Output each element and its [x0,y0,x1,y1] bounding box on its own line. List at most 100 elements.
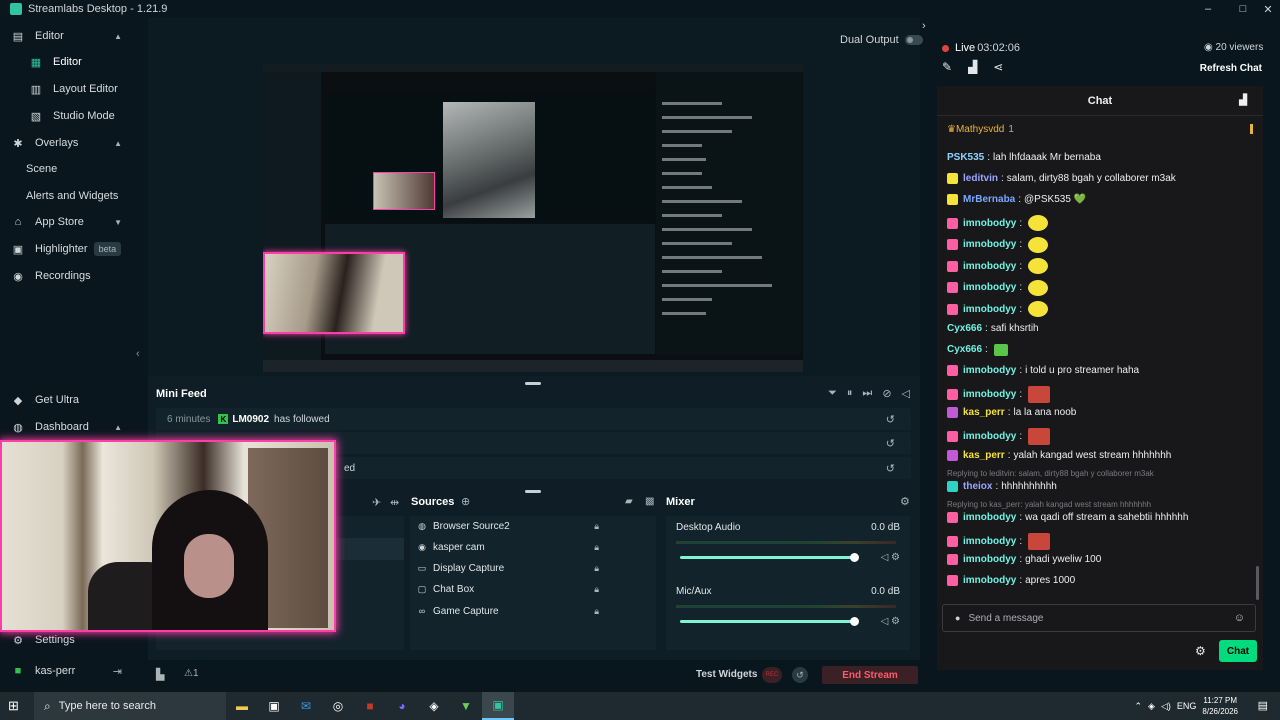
dual-output-toggle[interactable] [904,35,923,45]
chat-username[interactable]: imnobodyy [963,536,1016,547]
chat-username[interactable]: imnobodyy [963,512,1016,523]
transition-icon[interactable]: ✈ [372,496,381,509]
replay-icon[interactable]: ↺ [886,437,895,450]
chat-username[interactable]: theiox [963,481,992,492]
windows-start-icon[interactable]: ⊞ [8,698,28,714]
mixer-channel-icons[interactable]: ◁ ⚙ [881,616,900,627]
collapse-sidebar-icon[interactable]: ‹ [136,348,140,360]
sidebar-item-studio-mode[interactable]: ▧ Studio Mode [0,103,133,129]
popout-icon[interactable]: ▟ [968,60,977,74]
chat-username[interactable]: imnobodyy [963,218,1016,229]
streamlabs-taskbar-icon[interactable]: ▣ [482,692,514,720]
send-chat-button[interactable]: Chat [1219,640,1257,662]
chat-username[interactable]: leditvin [963,173,998,184]
maximize-button[interactable]: □ [1231,0,1255,18]
unlock-icon[interactable]: 🔒︎ [594,521,599,532]
source-item[interactable]: ▭ Display Capture 🔒︎ [416,558,651,578]
pinned-message[interactable]: ♛ Mathysvdd 1 [947,122,1253,136]
chat-username[interactable]: PSK535 [947,152,984,163]
replay-buffer-icon[interactable]: ↺ [792,667,808,683]
mute-alerts-icon[interactable]: ⊘ [882,387,891,400]
chevron-up-icon[interactable]: ▲ [114,32,122,41]
sidebar-item-editor-sub[interactable]: ▦ Editor [0,49,133,75]
chat-username[interactable]: imnobodyy [963,261,1016,272]
filter-icon[interactable]: ⏷ [828,387,837,400]
chat-username[interactable]: imnobodyy [963,365,1016,376]
chat-settings-icon[interactable]: ⚙ [1195,644,1206,658]
sidebar-item-app-store[interactable]: ⌂ App Store ▼ [0,209,133,235]
chat-username[interactable]: imnobodyy [963,389,1016,400]
chat-scrollbar[interactable] [1256,566,1259,600]
expand-chat-icon[interactable]: › [922,20,926,32]
stats-icon[interactable]: ▙ [156,668,164,681]
unlock-icon[interactable]: 🔒︎ [594,606,599,617]
file-explorer-icon[interactable]: ▬ [226,692,258,720]
chat-username[interactable]: kas_perr [963,450,1005,461]
dual-output-control[interactable]: Dual Output [840,34,923,46]
chat-username[interactable]: Cyx666 [947,344,982,355]
network-icon[interactable]: ◈ [1148,701,1155,712]
scene-collapse-icon[interactable]: ⇹ [390,496,399,509]
unlock-icon[interactable]: 🔒︎ [594,542,599,553]
source-item[interactable]: ▢ Chat Box 🔒︎ [416,579,651,599]
replay-icon[interactable]: ↺ [886,462,895,475]
sidebar-item-user[interactable]: ■ kas-perr ⇥ [0,658,133,684]
emoji-icon[interactable]: ☺ [1234,612,1245,624]
chat-username[interactable]: imnobodyy [963,282,1016,293]
sidebar-item-editor[interactable]: ▤ Editor ▲ [0,23,133,49]
rec-button[interactable]: REC [762,667,782,683]
pause-icon[interactable]: ⏸ [847,387,853,400]
chevron-up-icon[interactable]: ⌃ [1135,701,1143,712]
lang-indicator[interactable]: ENG [1177,701,1197,711]
mail-icon[interactable]: ✉ [290,692,322,720]
end-stream-button[interactable]: End Stream [822,666,918,684]
edit-icon[interactable]: ✎ [942,60,952,74]
chevron-up-icon[interactable]: ▲ [114,139,122,148]
nvidia-icon[interactable]: ▼ [450,692,482,720]
source-item[interactable]: ◍ Browser Source2 🔒︎ [416,516,651,536]
chat-username[interactable]: kas_perr [963,407,1005,418]
minimize-button[interactable]: – [1196,0,1220,18]
logout-icon[interactable]: ⇥ [113,665,122,678]
chat-username[interactable]: imnobodyy [963,431,1016,442]
sidebar-item-alerts[interactable]: Alerts and Widgets [0,183,133,209]
taskbar-search[interactable]: ⌕ Type here to search [34,692,226,720]
chevron-down-icon[interactable]: ▼ [114,218,122,227]
chat-input[interactable]: ● Send a message ☺ [942,604,1256,632]
sidebar-item-highlighter[interactable]: ▣ Highlighter beta [0,236,133,262]
volume-icon[interactable]: ◁ [902,387,910,400]
notification-icon[interactable]: ▤ [1258,699,1268,712]
chat-username[interactable]: imnobodyy [963,554,1016,565]
close-button[interactable]: ✕ [1256,0,1280,18]
store-icon[interactable]: ▣ [258,692,290,720]
chat-username[interactable]: Cyx666 [947,323,982,334]
sidebar-item-scene[interactable]: Scene [0,156,133,182]
chat-username[interactable]: imnobodyy [963,575,1016,586]
clock[interactable]: 11:27 PM 8/26/2026 [1202,695,1238,717]
mixer-settings-icon[interactable]: ⚙ [900,495,910,508]
skip-icon[interactable]: ⏭ [862,387,872,400]
sidebar-item-layout-editor[interactable]: ▥ Layout Editor [0,76,133,102]
share-icon[interactable]: ⋖ [993,60,1003,74]
source-item[interactable]: ◉ kasper cam 🔒︎ [416,537,651,557]
unlock-icon[interactable]: 🔒︎ [594,563,599,574]
unlock-icon[interactable]: 🔒︎ [594,584,599,595]
speaker-icon[interactable]: ◁) [1161,701,1171,712]
chat-username[interactable]: imnobodyy [963,239,1016,250]
replay-icon[interactable]: ↺ [886,413,895,426]
chevron-up-icon[interactable]: ▲ [114,423,122,432]
add-folder-icon[interactable]: ▩ [645,496,654,507]
alert-icon[interactable]: ⚠1 [184,668,199,679]
slider-knob[interactable] [850,553,859,562]
add-source-icon[interactable]: ⊕ [461,495,470,508]
red-app-icon[interactable]: ■ [354,692,386,720]
steam-icon[interactable]: ◎ [322,692,354,720]
stream-preview-canvas[interactable] [263,64,803,372]
shield-icon[interactable]: ◈ [418,692,450,720]
chat-username[interactable]: MrBernaba [963,194,1015,205]
sidebar-item-recordings[interactable]: ◉ Recordings [0,263,133,289]
users-icon[interactable]: ▟ [1239,95,1247,106]
sidebar-item-get-ultra[interactable]: ◆ Get Ultra [0,387,133,413]
mixer-channel-icons[interactable]: ◁ ⚙ [881,552,900,563]
volume-slider[interactable] [680,553,859,562]
